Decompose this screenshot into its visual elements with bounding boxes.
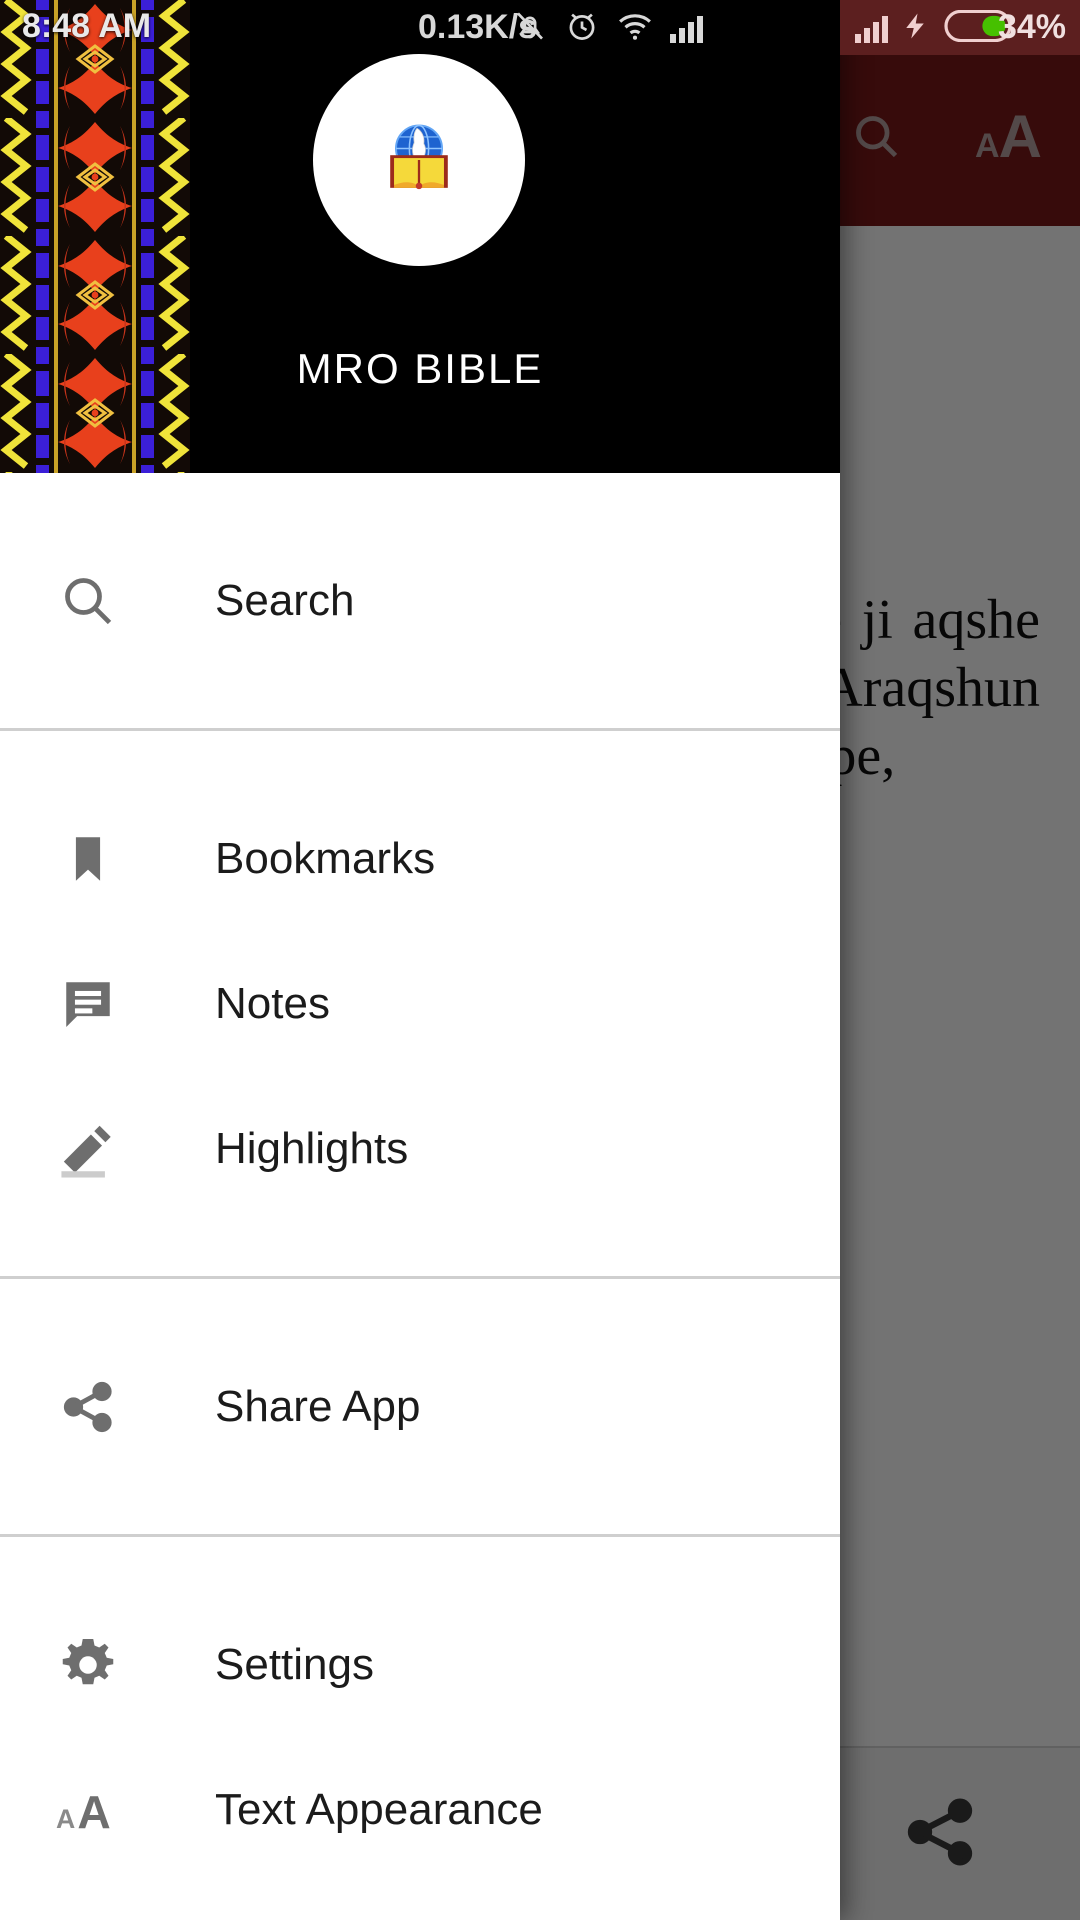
menu-group-study: Bookmarks Notes Highlights [0, 731, 840, 1276]
menu-item-label: Bookmarks [215, 833, 436, 883]
menu-item-label: Text Appearance [215, 1784, 543, 1834]
menu-item-highlights[interactable]: Highlights [0, 1076, 840, 1221]
svg-text:A: A [56, 1803, 75, 1833]
bookmark-icon [52, 823, 124, 895]
gear-icon [52, 1629, 124, 1701]
drawer-menu: Search Bookmarks Notes Highlights Share … [0, 473, 840, 1920]
menu-item-search[interactable]: Search [0, 528, 840, 673]
menu-item-settings[interactable]: Settings [0, 1592, 840, 1737]
mro-textile-pattern [0, 0, 190, 473]
text-size-icon: A A [52, 1774, 124, 1846]
app-logo-circle [313, 54, 525, 266]
app-title: MRO BIBLE [296, 345, 544, 392]
menu-group-search: Search [0, 473, 840, 728]
menu-item-label: Search [215, 575, 355, 625]
share-icon [52, 1371, 124, 1443]
menu-item-label: Notes [215, 978, 330, 1028]
menu-item-notes[interactable]: Notes [0, 931, 840, 1076]
menu-item-share-app[interactable]: Share App [0, 1334, 840, 1479]
menu-item-label: Settings [215, 1639, 374, 1689]
menu-group-share: Share App [0, 1279, 840, 1534]
menu-item-label: Share App [215, 1381, 421, 1431]
svg-text:A: A [77, 1785, 110, 1835]
drawer-header: MRO BIBLE [0, 0, 840, 473]
search-icon [52, 565, 124, 637]
menu-group-preferences: Settings A A Text Appearance [0, 1537, 840, 1920]
menu-item-label: Highlights [215, 1123, 409, 1173]
notes-icon [52, 968, 124, 1040]
navigation-drawer: MRO BIBLE Search Bookmarks Notes Highlig… [0, 0, 840, 1920]
highlighter-pencil-icon [52, 1113, 124, 1185]
menu-item-about[interactable]: About [0, 1882, 840, 1920]
menu-item-bookmarks[interactable]: Bookmarks [0, 786, 840, 931]
mro-bible-logo [371, 112, 467, 208]
phone-screen: AA Arihoqshun ien i he Zare eh la Jako l… [0, 0, 1080, 1920]
menu-item-text-appearance[interactable]: A A Text Appearance [0, 1737, 840, 1882]
